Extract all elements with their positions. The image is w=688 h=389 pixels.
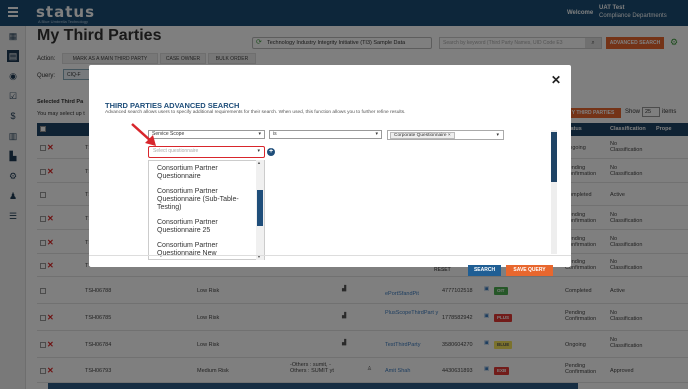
dropdown-option[interactable]: Consortium Partner Questionnaire (Sub-Ta… — [157, 188, 252, 212]
value-multiselect[interactable]: Corporate Questionnaire × ▾ — [387, 130, 504, 140]
dropdown-scroll-thumb[interactable] — [257, 190, 263, 226]
modal-title: THIRD PARTIES ADVANCED SEARCH — [105, 101, 240, 110]
value-tag-label: Corporate Questionnaire — [394, 133, 447, 138]
dropdown-option[interactable]: Consortium Partner Questionnaire — [157, 165, 252, 181]
modal-scrollbar[interactable] — [551, 130, 557, 254]
reset-button[interactable]: RESET — [434, 267, 451, 273]
chevron-down-icon: ▾ — [257, 148, 260, 154]
remove-tag-icon[interactable]: × — [448, 133, 451, 138]
chevron-down-icon: ▾ — [496, 132, 499, 138]
questionnaire-dropdown-list: Consortium Partner Questionnaire Consort… — [148, 160, 265, 260]
dropdown-option[interactable]: Consortium Partner Questionnaire 25 — [157, 219, 252, 235]
questionnaire-select[interactable]: Select questionnaire ▾ — [148, 146, 265, 158]
close-icon[interactable]: ✕ — [551, 73, 561, 87]
scroll-up-icon[interactable]: ▲ — [257, 160, 261, 165]
operator-select-value: is — [273, 131, 277, 137]
chevron-down-icon: ▾ — [375, 131, 378, 137]
search-button[interactable]: SEARCH — [468, 265, 501, 276]
modal-divider — [89, 255, 571, 256]
advanced-search-modal: ✕ THIRD PARTIES ADVANCED SEARCH Advanced… — [89, 65, 571, 276]
save-query-button[interactable]: SAVE QUERY — [506, 265, 553, 276]
modal-scroll-thumb[interactable] — [551, 132, 557, 182]
value-tag[interactable]: Corporate Questionnaire × — [390, 132, 455, 139]
add-condition-icon[interactable]: + — [267, 148, 275, 156]
field-select[interactable]: Service Scope ▾ — [148, 130, 265, 139]
dropdown-scrollbar[interactable]: ▲ ▼ — [256, 160, 264, 260]
chevron-down-icon: ▾ — [258, 131, 261, 137]
modal-description: Advanced search allows users to specify … — [105, 110, 406, 115]
operator-select[interactable]: is ▾ — [269, 130, 382, 139]
annotation-arrow-icon — [131, 123, 156, 146]
